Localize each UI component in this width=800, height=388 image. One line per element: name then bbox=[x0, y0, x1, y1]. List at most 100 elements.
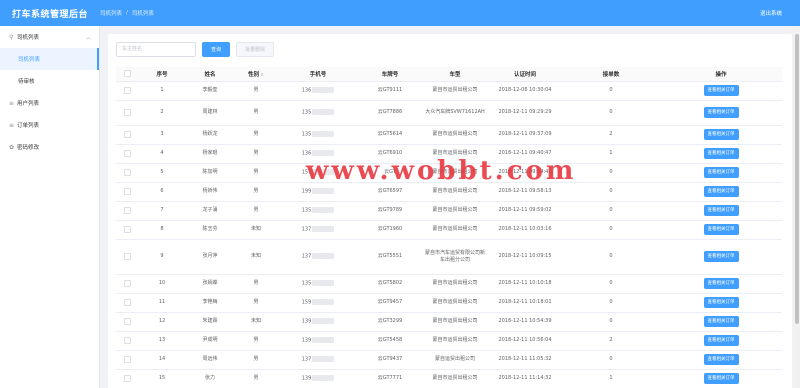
cell-name: 张力 bbox=[186, 369, 234, 388]
row-checkbox-cell bbox=[116, 239, 138, 275]
cell-no: 10 bbox=[138, 274, 186, 294]
cell-action: 查看相关订单 bbox=[660, 201, 782, 221]
table-row: 7 龙子涌男 135 云GT9789 蒙自市运贸出租公司 2018-12-11 09:59… bbox=[116, 201, 782, 221]
search-button[interactable]: 查询 bbox=[202, 41, 231, 57]
cell-time: 2018-12-11 11:05:32 bbox=[488, 350, 562, 370]
row-checkbox[interactable] bbox=[123, 168, 131, 176]
row-checkbox[interactable] bbox=[123, 374, 131, 382]
breadcrumb-item-1[interactable]: 司机列表 bbox=[100, 9, 122, 17]
cell-action: 查看相关订单 bbox=[660, 125, 782, 145]
cell-sex: 男 bbox=[234, 125, 278, 145]
cell-plate: 云GT9457 bbox=[358, 293, 422, 313]
cell-time: 2018-12-11 11:14:32 bbox=[488, 369, 562, 388]
view-orders-button[interactable]: 查看相关订单 bbox=[703, 224, 739, 235]
cell-name: 周建林 bbox=[186, 100, 234, 126]
sort-icon[interactable]: ⇕ bbox=[260, 73, 264, 78]
scrollbar-thumb[interactable] bbox=[795, 34, 799, 324]
phone-prefix: 139 bbox=[301, 375, 312, 382]
phone-mask bbox=[312, 187, 335, 194]
table-row: 11 李艳梅男 159 云GT9457 蒙自市运贸出租公司 2018-12-11 10:1… bbox=[116, 293, 782, 313]
phone-prefix: 139 bbox=[301, 337, 312, 344]
search-input[interactable] bbox=[116, 41, 196, 57]
sidebar-item-password[interactable]: ✿ 密码修改 bbox=[0, 136, 99, 158]
row-checkbox[interactable] bbox=[123, 225, 131, 233]
logout-button[interactable]: 退出系统 bbox=[760, 9, 782, 17]
view-orders-button[interactable]: 查看相关订单 bbox=[703, 85, 739, 96]
row-checkbox[interactable] bbox=[123, 336, 131, 344]
row-checkbox-cell bbox=[116, 220, 138, 240]
cell-model: 蒙自市运贸出租公司 bbox=[422, 125, 488, 145]
view-orders-button[interactable]: 查看相关订单 bbox=[703, 251, 739, 262]
sidebar-item-pending-review[interactable]: 待审核 bbox=[0, 70, 99, 92]
cell-plate: 云GT9111 bbox=[358, 81, 422, 101]
cell-time: 2018-12-11 10:54:39 bbox=[488, 312, 562, 332]
row-checkbox[interactable] bbox=[123, 149, 131, 157]
table-row: 2 周建林男 135 云GT7886 大众汽车牌SVW71612AH 2018-12-11… bbox=[116, 100, 782, 126]
breadcrumb-separator: / bbox=[126, 10, 128, 16]
cell-name: 尹成明 bbox=[186, 331, 234, 351]
view-orders-button[interactable]: 查看相关订单 bbox=[703, 278, 739, 289]
row-checkbox[interactable] bbox=[123, 206, 131, 214]
cell-orders: 2 bbox=[562, 331, 660, 351]
cell-action: 查看相关订单 bbox=[660, 293, 782, 313]
column-header-model: 车型 bbox=[422, 67, 488, 82]
row-checkbox[interactable] bbox=[123, 298, 131, 306]
row-checkbox[interactable] bbox=[123, 279, 131, 287]
cell-no: 13 bbox=[138, 331, 186, 351]
row-checkbox[interactable] bbox=[123, 187, 131, 195]
column-header-sex[interactable]: 性别⇕ bbox=[234, 67, 278, 82]
cell-no: 11 bbox=[138, 293, 186, 313]
row-checkbox[interactable] bbox=[123, 130, 131, 138]
view-orders-button[interactable]: 查看相关订单 bbox=[703, 167, 739, 178]
cell-plate: 云GT1960 bbox=[358, 220, 422, 240]
view-orders-button[interactable]: 查看相关订单 bbox=[703, 107, 739, 118]
table-row: 15 张力男 139 云GT7771 蒙自市运贸出租公司 2018-12-11 11:14… bbox=[116, 369, 782, 388]
cell-orders: 0 bbox=[562, 81, 660, 101]
sidebar-item-orders[interactable]: ≡ 订单列表 bbox=[0, 114, 99, 136]
page-scrollbar[interactable] bbox=[794, 26, 800, 388]
batch-delete-button[interactable]: 批量删除 bbox=[236, 41, 275, 57]
row-checkbox[interactable] bbox=[123, 317, 131, 325]
row-checkbox-cell bbox=[116, 81, 138, 101]
sidebar-group-label: 司机列表 bbox=[17, 35, 40, 41]
row-checkbox[interactable] bbox=[123, 108, 131, 116]
select-all-checkbox[interactable] bbox=[123, 70, 131, 78]
table-row: 9 张月萍 未知 137 云GT5551 蒙自市汽车运贸有限公司新车出租分公司 2018-1… bbox=[116, 239, 782, 275]
cell-sex: 男 bbox=[234, 293, 278, 313]
cell-plate: 云GT5551 bbox=[358, 239, 422, 275]
menu-icon: ≡ bbox=[9, 121, 15, 129]
view-orders-button[interactable]: 查看相关订单 bbox=[703, 335, 739, 346]
cell-orders: 1 bbox=[562, 144, 660, 164]
content-panel: 查询 批量删除 序号 姓名 性别⇕ 手机号 车牌号 车型 认证时间 接 bbox=[108, 34, 792, 388]
cell-sex: 未知 bbox=[234, 220, 278, 240]
view-orders-button[interactable]: 查看相关订单 bbox=[703, 148, 739, 159]
view-orders-button[interactable]: 查看相关订单 bbox=[703, 205, 739, 216]
phone-prefix: 135 bbox=[301, 207, 312, 214]
sidebar-group-drivers[interactable]: ⚲ 司机列表 ︿ bbox=[0, 26, 99, 48]
cell-sex: 男 bbox=[234, 331, 278, 351]
cell-action: 查看相关订单 bbox=[660, 220, 782, 240]
view-orders-button[interactable]: 查看相关订单 bbox=[703, 316, 739, 327]
sidebar-submenu: 司机列表 待审核 bbox=[0, 48, 99, 92]
phone-mask bbox=[312, 252, 335, 259]
row-checkbox[interactable] bbox=[123, 86, 131, 94]
row-checkbox-cell bbox=[116, 274, 138, 294]
table-row: 12 朱建霖 未知 139 云GT3299 蒙自市运贸出租公司 2018-12-11 10:… bbox=[116, 312, 782, 332]
cell-sex: 男 bbox=[234, 350, 278, 370]
cell-phone: 135 bbox=[278, 125, 358, 145]
view-orders-button[interactable]: 查看相关订单 bbox=[703, 297, 739, 308]
row-checkbox-cell bbox=[116, 293, 138, 313]
row-checkbox[interactable] bbox=[123, 252, 131, 260]
view-orders-button[interactable]: 查看相关订单 bbox=[703, 354, 739, 365]
sidebar-item-driver-list[interactable]: 司机列表 bbox=[0, 48, 99, 70]
view-orders-button[interactable]: 查看相关订单 bbox=[703, 129, 739, 140]
cell-phone: 135 bbox=[278, 274, 358, 294]
row-checkbox[interactable] bbox=[123, 355, 131, 363]
top-header: 打车系统管理后台 司机列表 / 司机列表 退出系统 bbox=[0, 0, 800, 26]
cell-name: 张嫣蝶 bbox=[186, 274, 234, 294]
view-orders-button[interactable]: 查看相关订单 bbox=[703, 186, 739, 197]
view-orders-button[interactable]: 查看相关订单 bbox=[703, 373, 739, 384]
column-header-name: 姓名 bbox=[186, 67, 234, 82]
cell-orders: 0 bbox=[562, 100, 660, 126]
sidebar-item-users[interactable]: ≡ 用户列表 bbox=[0, 92, 99, 114]
